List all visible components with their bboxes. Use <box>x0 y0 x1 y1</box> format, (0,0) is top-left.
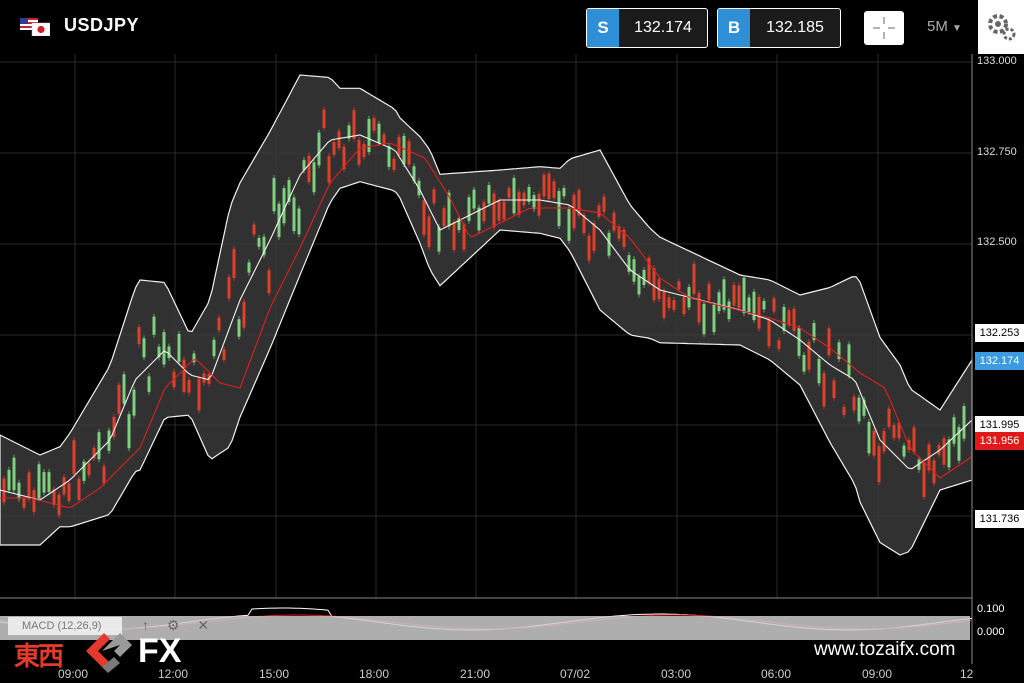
tozai-logo-text: 東西 <box>14 641 64 671</box>
current-price-label: 132.174 <box>975 352 1024 370</box>
sell-button[interactable]: S 132.174 <box>586 8 708 48</box>
buy-button[interactable]: B 132.185 <box>717 8 841 48</box>
bollinger-band <box>0 74 973 556</box>
ma-price-label: 131.956 <box>975 432 1024 450</box>
price-chart[interactable] <box>0 54 1024 664</box>
crosshair-button[interactable] <box>864 11 904 45</box>
macd-zero-tick: 0.000 <box>977 626 1005 638</box>
time-label: 12 <box>960 667 974 681</box>
price-tick: 132.500 <box>977 236 1017 248</box>
timeframe-value: 5M <box>927 18 948 35</box>
time-label: 03:00 <box>661 667 692 681</box>
macd-top-tick: 0.100 <box>977 603 1005 615</box>
gear-icon <box>988 14 1016 41</box>
time-label: 07/02 <box>560 667 591 681</box>
price-tick-box: 132.253 <box>975 324 1024 342</box>
buy-tag: B <box>718 9 750 47</box>
chevron-down-icon: ▼ <box>952 23 962 34</box>
tozai-logo-icon <box>86 633 132 673</box>
chart-header: USDJPY S 132.174 B 132.185 5M ▼ <box>0 0 1024 54</box>
symbol-title[interactable]: USDJPY <box>64 15 139 36</box>
buy-price: 132.185 <box>766 19 824 36</box>
price-tick: 132.750 <box>977 146 1017 158</box>
us-japan-flag-icon <box>20 18 50 36</box>
time-label: 06:00 <box>761 667 792 681</box>
arrow-up-icon[interactable]: ↑ <box>142 617 149 633</box>
time-label: 18:00 <box>359 667 390 681</box>
timeframe-selector[interactable]: 5M ▼ <box>927 18 962 35</box>
price-tick-box: 131.736 <box>975 510 1024 528</box>
close-icon[interactable]: ✕ <box>197 617 209 633</box>
time-label: 15:00 <box>259 667 290 681</box>
tozai-logo-fx: FX <box>138 632 182 670</box>
sell-tag: S <box>587 9 619 47</box>
time-label: 21:00 <box>460 667 491 681</box>
crosshair-icon <box>873 17 895 39</box>
price-tick: 133.000 <box>977 55 1017 67</box>
website-url: www.tozaifx.com <box>814 639 956 660</box>
time-label: 09:00 <box>862 667 893 681</box>
sell-price: 132.174 <box>634 19 692 36</box>
settings-button[interactable] <box>978 0 1024 54</box>
gear-icon[interactable]: ⚙ <box>167 617 180 633</box>
